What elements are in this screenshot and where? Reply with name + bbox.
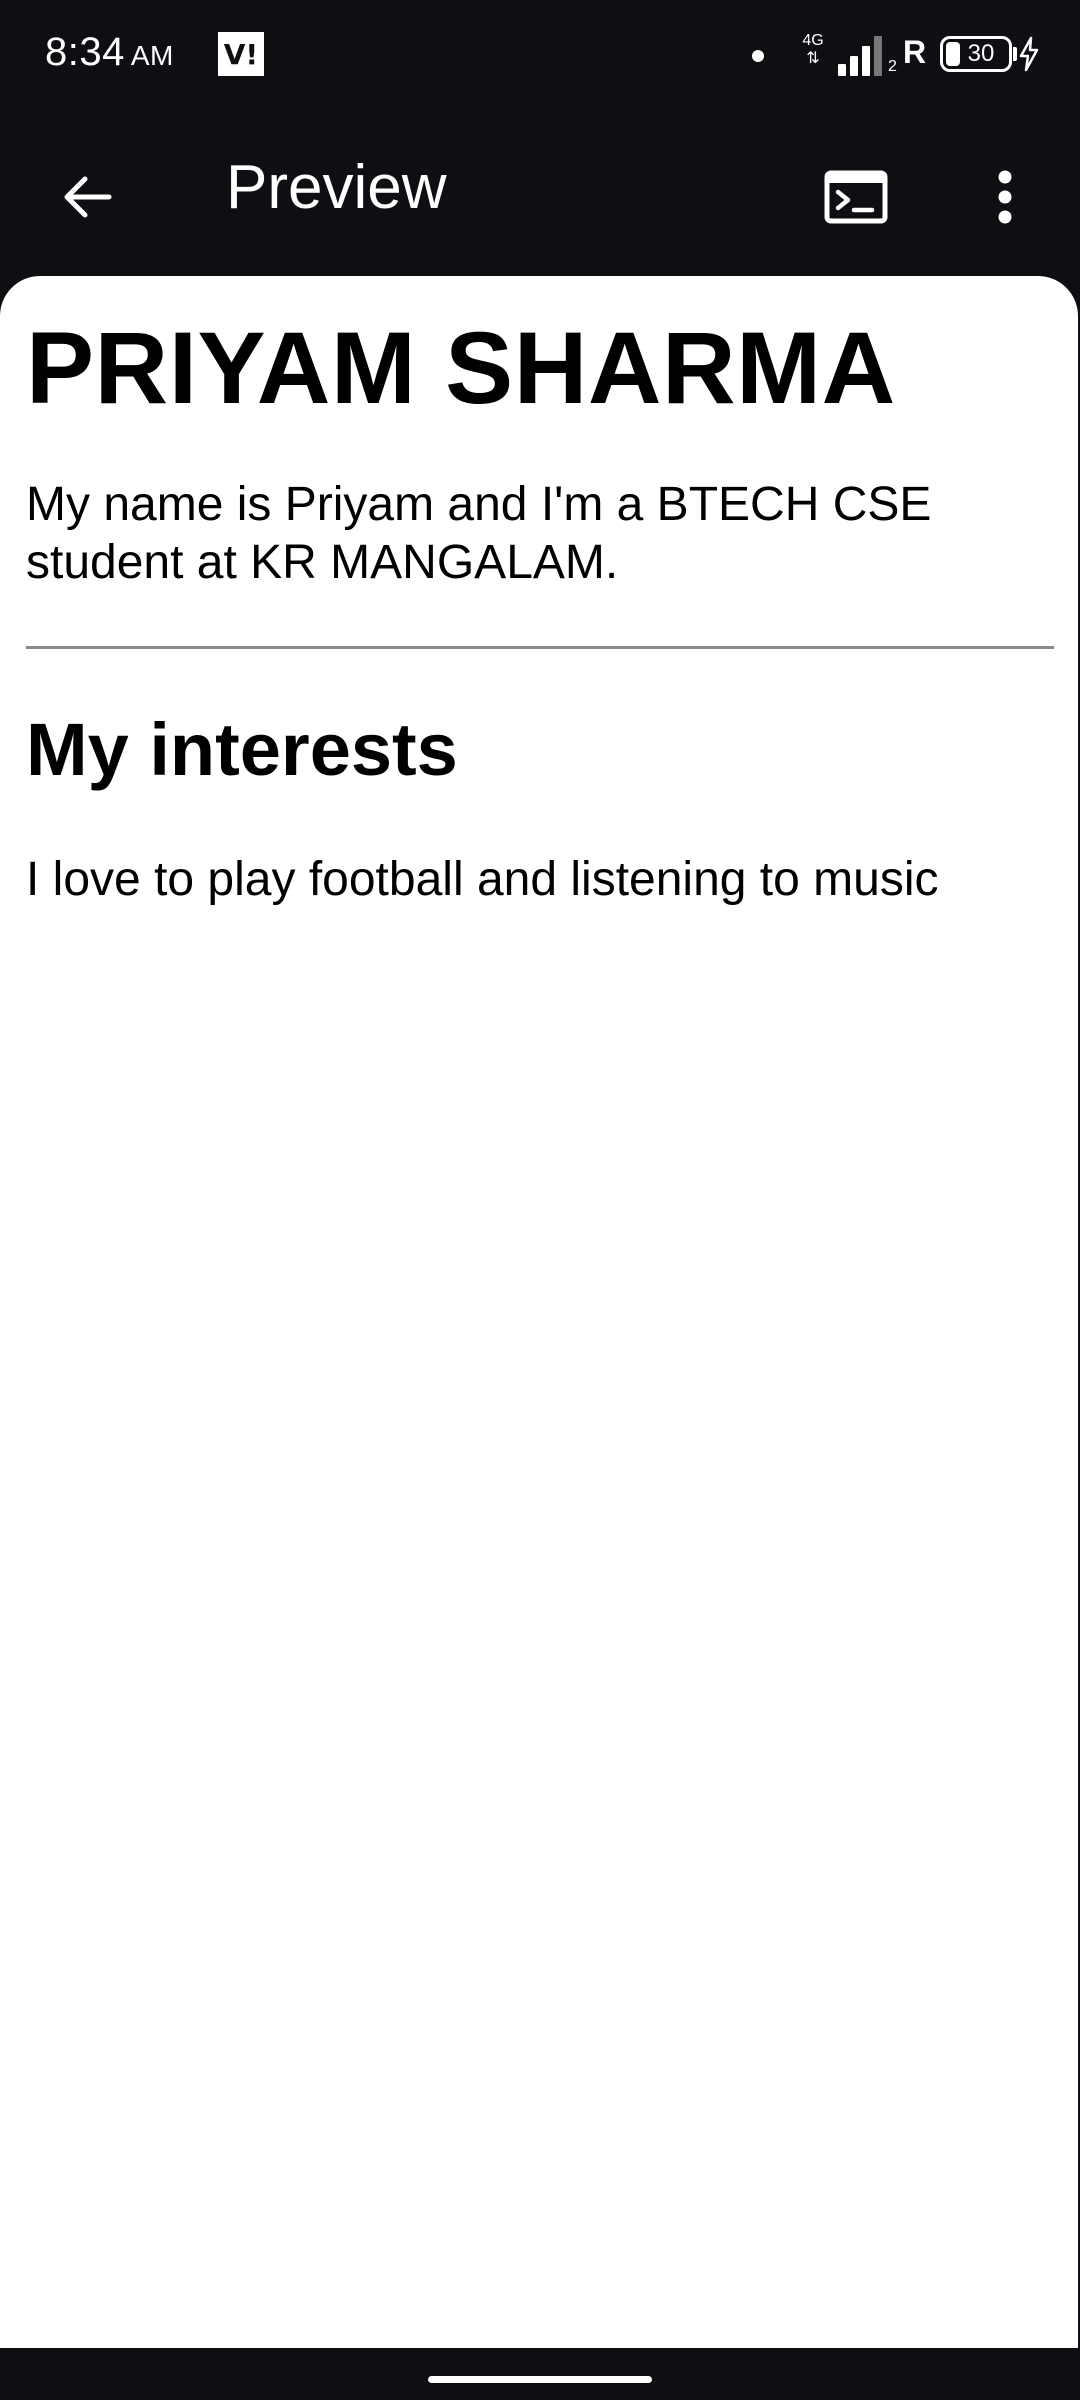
more-options-button[interactable]	[975, 155, 1035, 239]
back-button[interactable]	[50, 160, 124, 234]
signal-icon	[838, 36, 888, 76]
charging-icon	[1018, 36, 1040, 72]
status-bar: 8:34 AM V! 4G ⇅ 2 R 30	[0, 0, 1080, 110]
section-heading: My interests	[26, 708, 458, 792]
divider	[26, 646, 1054, 650]
navigation-bar	[0, 2348, 1080, 2400]
roaming-indicator: R	[903, 34, 927, 70]
network-type-label: 4G	[802, 32, 824, 49]
status-time-value: 8:34	[45, 30, 125, 74]
battery-icon: 30	[940, 36, 1012, 72]
intro-paragraph: My name is Priyam and I'm a BTECH CSE st…	[26, 478, 932, 590]
back-arrow-icon	[64, 176, 112, 218]
preview-content: PRIYAM SHARMA My name is Priyam and I'm …	[0, 276, 1078, 2348]
home-indicator[interactable]	[428, 2376, 652, 2383]
page-title: Preview	[226, 153, 447, 222]
terminal-button[interactable]	[816, 160, 896, 234]
more-vertical-icon	[998, 170, 1012, 224]
battery-nub	[1013, 47, 1017, 61]
network-type-indicator: 4G ⇅	[800, 32, 826, 68]
app-bar: Preview	[0, 110, 1080, 278]
notification-dot-icon	[752, 50, 764, 62]
sim-slot-label: 2	[888, 58, 897, 75]
section-paragraph: I love to play football and listening to…	[26, 852, 939, 906]
status-time: 8:34 AM	[45, 30, 174, 75]
carrier-icon: V!	[218, 32, 264, 76]
data-activity-icon: ⇅	[806, 50, 820, 67]
document-heading: PRIYAM SHARMA	[26, 311, 896, 425]
terminal-icon	[824, 170, 888, 224]
status-time-ampm: AM	[130, 40, 174, 71]
battery-level: 30	[967, 40, 995, 67]
